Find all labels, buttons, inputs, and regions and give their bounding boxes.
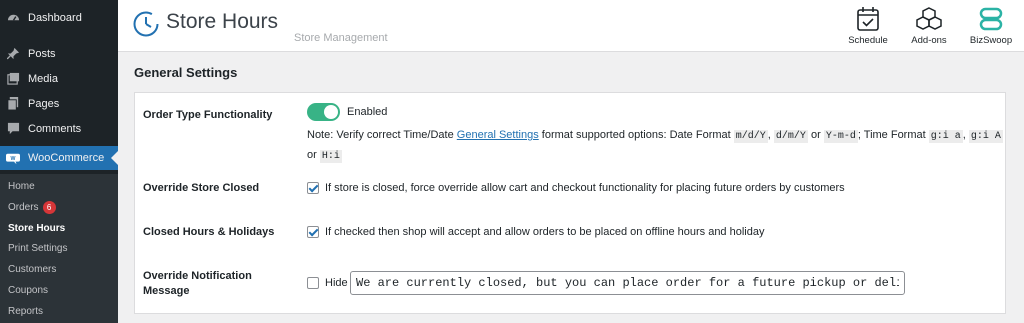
submenu-reports-label: Reports	[8, 305, 44, 317]
bizswoop-icon	[979, 7, 1003, 31]
admin-sidebar: Dashboard Posts Media Pages Comments W W…	[0, 0, 118, 323]
submenu-home[interactable]: Home	[0, 177, 118, 198]
submenu-coupons-label: Coupons	[8, 284, 49, 296]
svg-text:W: W	[11, 155, 16, 161]
boxes-icon	[916, 7, 942, 30]
menu-posts-label: Posts	[28, 47, 56, 60]
page-header: Store Hours Store Management Schedule Ad…	[118, 0, 1024, 52]
date-format-code: m/d/Y	[733, 130, 768, 143]
settings-card: Order Type Functionality Enabled Note: V…	[134, 92, 1006, 314]
hide-checkbox[interactable]	[307, 277, 319, 289]
pin-icon	[6, 47, 20, 61]
submenu-orders-label: Orders	[8, 201, 39, 213]
section-title: General Settings	[134, 65, 238, 80]
bizswoop-label: BizSwoop	[969, 35, 1013, 46]
addons-label: Add-ons	[911, 35, 947, 46]
submenu-store-hours[interactable]: Store Hours	[0, 219, 118, 240]
menu-dashboard[interactable]: Dashboard	[0, 5, 118, 30]
submenu-customers-label: Customers	[8, 264, 57, 276]
submenu-home-label: Home	[8, 181, 35, 192]
format-note: Note: Verify correct Time/Date General S…	[307, 126, 1007, 166]
notification-label-line1: Override Notification	[143, 270, 252, 282]
date-format-code: Y-m-d	[823, 130, 858, 143]
override-closed-label: Override Store Closed	[143, 182, 260, 194]
closed-hours-label: Closed Hours & Holidays	[143, 226, 275, 238]
order-type-label: Order Type Functionality	[143, 109, 273, 121]
date-format-code: d/m/Y	[773, 130, 808, 143]
schedule-button[interactable]: Schedule	[846, 6, 890, 46]
notification-label: Override Notification Message	[143, 269, 252, 299]
woo-icon: W	[6, 151, 20, 165]
submenu-reports[interactable]: Reports	[0, 302, 118, 323]
menu-media[interactable]: Media	[0, 66, 118, 91]
menu-media-label: Media	[28, 72, 58, 85]
submenu-customers[interactable]: Customers	[0, 260, 118, 281]
woocommerce-submenu: Home Orders 6 Store Hours Print Settings …	[0, 174, 118, 323]
submenu-orders[interactable]: Orders 6	[0, 198, 118, 219]
separator: ,	[962, 129, 969, 141]
notification-message-input[interactable]	[350, 271, 905, 295]
menu-pages[interactable]: Pages	[0, 91, 118, 116]
toggle-knob	[324, 105, 338, 119]
closed-hours-checkbox[interactable]	[307, 226, 319, 238]
time-format-text: ; Time Format	[857, 129, 929, 141]
menu-dashboard-label: Dashboard	[28, 11, 82, 24]
time-format-code: g:i a	[928, 130, 963, 143]
clock-icon	[133, 11, 159, 37]
note-mid: format supported options: Date Format	[538, 129, 734, 141]
menu-posts[interactable]: Posts	[0, 41, 118, 66]
active-menu-arrow	[111, 151, 118, 165]
submenu-print-settings[interactable]: Print Settings	[0, 239, 118, 260]
menu-pages-label: Pages	[28, 97, 60, 110]
menu-comments[interactable]: Comments	[0, 116, 118, 141]
menu-comments-label: Comments	[28, 122, 82, 135]
dashboard-icon	[6, 11, 20, 25]
override-closed-description: If store is closed, force override allow…	[325, 182, 845, 194]
schedule-label: Schedule	[848, 35, 888, 46]
page-subtitle: Store Management	[294, 32, 388, 44]
page-title: Store Hours	[166, 10, 279, 33]
submenu-print-settings-label: Print Settings	[8, 243, 68, 255]
or-text: or	[307, 149, 320, 161]
menu-woocommerce-label: WooCommerce	[28, 152, 105, 164]
pages-icon	[6, 97, 20, 111]
note-prefix: Note: Verify correct Time/Date	[307, 129, 457, 141]
addons-button[interactable]: Add-ons	[906, 6, 952, 46]
submenu-store-hours-label: Store Hours	[8, 222, 66, 234]
comment-icon	[6, 122, 20, 136]
time-format-code: g:i A	[968, 130, 1003, 143]
enabled-toggle[interactable]	[307, 103, 340, 121]
separator: ,	[767, 129, 774, 141]
orders-count-badge: 6	[42, 200, 56, 214]
menu-woocommerce[interactable]: W WooCommerce	[0, 146, 118, 170]
hide-label: Hide	[325, 277, 348, 289]
bizswoop-button[interactable]: BizSwoop	[964, 6, 1018, 46]
time-format-code: H:i	[319, 150, 342, 163]
closed-hours-description: If checked then shop will accept and all…	[325, 226, 765, 238]
or-text: or	[807, 129, 824, 141]
toggle-label: Enabled	[347, 106, 388, 118]
notification-label-line2: Message	[143, 285, 190, 297]
media-icon	[6, 72, 20, 86]
override-closed-checkbox[interactable]	[307, 182, 319, 194]
general-settings-link[interactable]: General Settings	[457, 129, 539, 141]
submenu-coupons[interactable]: Coupons	[0, 281, 118, 302]
calendar-check-icon	[857, 7, 879, 31]
